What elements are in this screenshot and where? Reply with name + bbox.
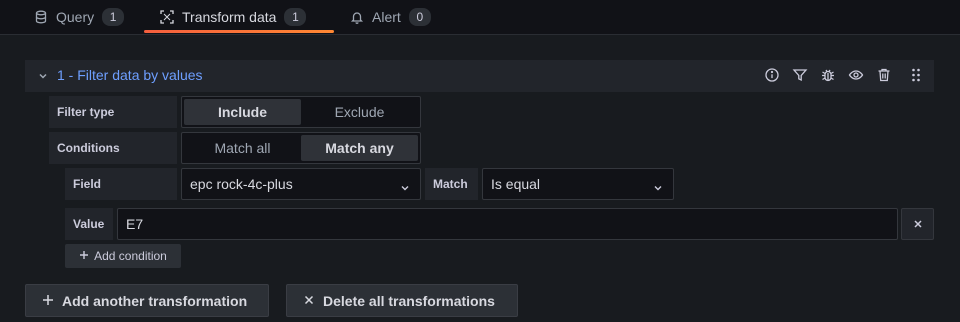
active-tab-indicator [144, 30, 334, 33]
field-label: Field [65, 168, 177, 200]
filter-type-label: Filter type [49, 96, 177, 128]
filter-type-radio-group: Include Exclude [181, 96, 421, 128]
transform-icon [160, 10, 174, 24]
filter-type-exclude[interactable]: Exclude [301, 99, 418, 125]
info-icon[interactable] [764, 67, 780, 83]
trash-icon[interactable] [876, 67, 892, 83]
match-select-value: Is equal [491, 176, 541, 192]
tab-alert-label: Alert [372, 9, 401, 25]
value-input[interactable]: E7 [117, 208, 898, 240]
delete-all-label: Delete all transformations [323, 292, 495, 309]
database-icon [34, 10, 48, 24]
eye-icon[interactable] [848, 67, 864, 83]
filter-type-include[interactable]: Include [184, 99, 301, 125]
delete-all-transformations-button[interactable]: Delete all transformations [286, 284, 518, 317]
match-select[interactable]: Is equal [482, 168, 674, 200]
transformation-title[interactable]: 1 - Filter data by values [57, 67, 203, 83]
add-condition-label: Add condition [94, 249, 167, 263]
conditions-radio-group: Match all Match any [181, 132, 421, 164]
add-transformation-button[interactable]: Add another transformation [25, 284, 269, 317]
transformation-actions [764, 67, 924, 83]
value-label: Value [65, 208, 113, 240]
chevron-down-icon[interactable] [37, 69, 49, 81]
close-icon [303, 293, 315, 309]
plus-icon [79, 249, 89, 263]
tab-transform-count: 1 [284, 8, 307, 26]
transformation-header[interactable]: 1 - Filter data by values [25, 60, 934, 92]
bell-icon [350, 10, 364, 24]
tab-bar: Query 1 Transform data 1 Alert 0 [0, 0, 960, 34]
tab-transform-label: Transform data [182, 9, 277, 25]
plus-icon [42, 293, 54, 309]
filter-icon[interactable] [792, 67, 808, 83]
chevron-down-icon [400, 180, 410, 191]
add-condition-button[interactable]: Add condition [65, 244, 181, 268]
conditions-match-all[interactable]: Match all [184, 135, 301, 161]
tab-query-count: 1 [102, 8, 125, 26]
transform-editor: 1 - Filter data by values Filter type In… [0, 34, 960, 322]
bug-icon[interactable] [820, 67, 836, 83]
field-select[interactable]: epc rock-4c-plus [181, 168, 421, 200]
conditions-match-any[interactable]: Match any [301, 135, 418, 161]
tab-alert-count: 0 [408, 8, 431, 26]
close-icon [913, 216, 923, 232]
tab-alert[interactable]: Alert 0 [350, 0, 431, 34]
add-transformation-label: Add another transformation [62, 292, 248, 309]
field-select-value: epc rock-4c-plus [190, 176, 293, 192]
remove-condition-button[interactable] [901, 208, 934, 240]
tab-query[interactable]: Query 1 [34, 0, 125, 34]
match-label: Match [425, 168, 478, 200]
drag-handle-icon[interactable] [908, 67, 924, 83]
conditions-label: Conditions [49, 132, 177, 164]
chevron-down-icon [653, 180, 663, 191]
value-input-text: E7 [126, 216, 144, 232]
tab-transform-data[interactable]: Transform data 1 [160, 0, 307, 34]
tab-query-label: Query [56, 9, 95, 25]
